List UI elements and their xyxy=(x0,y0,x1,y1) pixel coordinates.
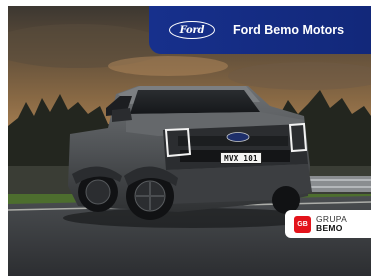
license-plate-text: MVX 101 xyxy=(224,153,258,163)
grupa-bemo-icon-text: GB xyxy=(297,220,308,228)
ford-logo: Ford xyxy=(169,21,215,39)
license-plate: MVX 101 xyxy=(220,152,262,164)
grupa-bemo-logo-icon: GB xyxy=(294,215,311,233)
ford-logo-text: Ford xyxy=(179,24,205,36)
grupa-bemo-wordmark: GRUPA BEMO xyxy=(316,215,347,233)
bemo-label: BEMO xyxy=(316,223,343,233)
brand-banner[interactable]: Ford Ford Bemo Motors xyxy=(149,6,371,54)
ad-banner[interactable]: MVX 101 Ford Ford Bemo Motors GB GRUPA B… xyxy=(8,6,371,276)
dealer-name: Ford Bemo Motors xyxy=(233,23,345,37)
grupa-bemo-badge[interactable]: GB GRUPA BEMO xyxy=(285,210,371,238)
